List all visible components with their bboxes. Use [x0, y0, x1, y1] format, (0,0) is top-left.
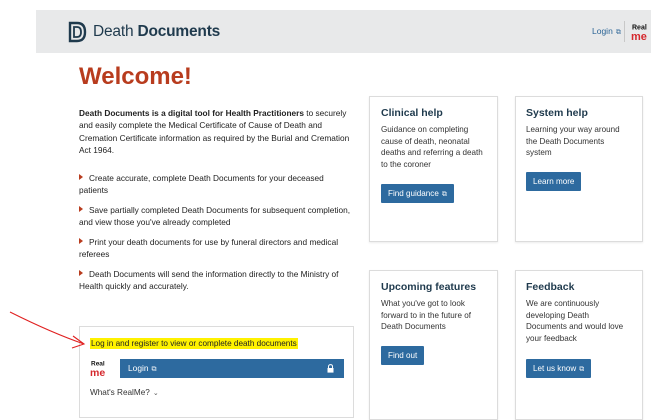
external-link-icon: ⧉: [441, 191, 447, 198]
realme-logo-icon: Real me: [631, 25, 647, 44]
lock-icon: [327, 364, 334, 373]
brand-light: Death: [93, 23, 134, 40]
death-documents-logo-icon: [68, 21, 87, 43]
bullet-arrow-icon: [79, 206, 83, 212]
login-prompt: Log in and register to view or complete …: [90, 338, 298, 349]
system-help-text: Learning your way around the Death Docum…: [526, 125, 620, 158]
list-item-text: Print your death documents for use by fu…: [79, 237, 339, 260]
bullet-arrow-icon: [79, 270, 83, 276]
clinical-help-title: Clinical help: [381, 107, 443, 119]
header-login-link[interactable]: Login ⧉: [592, 26, 621, 37]
panel-realme-bottom: me: [90, 367, 105, 378]
external-link-icon: ⧉: [151, 366, 157, 373]
header-login-label: Login: [592, 26, 613, 36]
realme-login-button[interactable]: Login ⧉: [120, 359, 344, 378]
list-item: Create accurate, complete Death Document…: [79, 172, 351, 196]
external-link-icon: ⧉: [615, 29, 621, 36]
list-item: Print your death documents for use by fu…: [79, 236, 351, 260]
header-realme-bottom: me: [631, 31, 647, 42]
realme-login-label-wrap: Login ⧉: [128, 359, 157, 379]
list-item-text: Create accurate, complete Death Document…: [79, 173, 324, 196]
clinical-help-text: Guidance on completing cause of death, n…: [381, 125, 483, 169]
upcoming-features-text: What you've got to look forward to in th…: [381, 299, 471, 332]
clinical-help-card: Clinical help Guidance on completing cau…: [369, 96, 498, 242]
chevron-down-icon: ⌄: [152, 390, 159, 397]
intro-bold: Death Documents is a digital tool for He…: [79, 108, 304, 118]
find-out-label: Find out: [388, 351, 418, 360]
feature-list: Create accurate, complete Death Document…: [79, 172, 351, 300]
feedback-card: Feedback We are continuously developing …: [515, 270, 643, 420]
list-item: Death Documents will send the informatio…: [79, 268, 351, 292]
system-help-card: System help Learning your way around the…: [515, 96, 643, 242]
upcoming-features-card: Upcoming features What you've got to loo…: [369, 270, 498, 420]
site-header: Death Documents Login ⧉ Real me: [36, 10, 651, 53]
site-brand-name: Death Documents: [93, 23, 220, 41]
site-logo[interactable]: Death Documents: [67, 21, 220, 43]
let-us-know-button[interactable]: Let us know ⧉: [526, 359, 592, 378]
list-item-text: Death Documents will send the informatio…: [79, 269, 339, 292]
list-item-text: Save partially completed Death Documents…: [79, 205, 351, 228]
list-item: Save partially completed Death Documents…: [79, 204, 351, 228]
intro-text: Death Documents is a digital tool for He…: [79, 107, 351, 157]
find-guidance-label: Find guidance: [388, 189, 439, 198]
bullet-arrow-icon: [79, 238, 83, 244]
realme-logo-icon: Real me: [90, 361, 105, 380]
external-link-icon: ⧉: [579, 366, 585, 373]
learn-more-label: Learn more: [533, 177, 575, 186]
login-panel: Log in and register to view or complete …: [79, 326, 354, 418]
page-title: Welcome!: [79, 63, 192, 90]
header-realme-logo[interactable]: Real me: [631, 22, 651, 47]
let-us-know-label: Let us know: [533, 364, 577, 373]
find-guidance-button[interactable]: Find guidance ⧉: [381, 184, 454, 203]
find-out-button[interactable]: Find out: [381, 346, 425, 365]
bullet-arrow-icon: [79, 174, 83, 180]
brand-bold: Documents: [137, 23, 221, 40]
learn-more-button[interactable]: Learn more: [526, 172, 582, 191]
realme-logo: Real me: [90, 358, 114, 383]
upcoming-features-title: Upcoming features: [381, 281, 477, 293]
feedback-title: Feedback: [526, 281, 575, 293]
whats-realme-label: What's RealMe?: [90, 388, 150, 397]
feedback-text: We are continuously developing Death Doc…: [526, 299, 624, 343]
header-divider: [624, 21, 625, 42]
whats-realme-toggle[interactable]: What's RealMe? ⌄: [90, 388, 159, 397]
system-help-title: System help: [526, 107, 588, 119]
realme-login-label: Login: [128, 363, 149, 373]
